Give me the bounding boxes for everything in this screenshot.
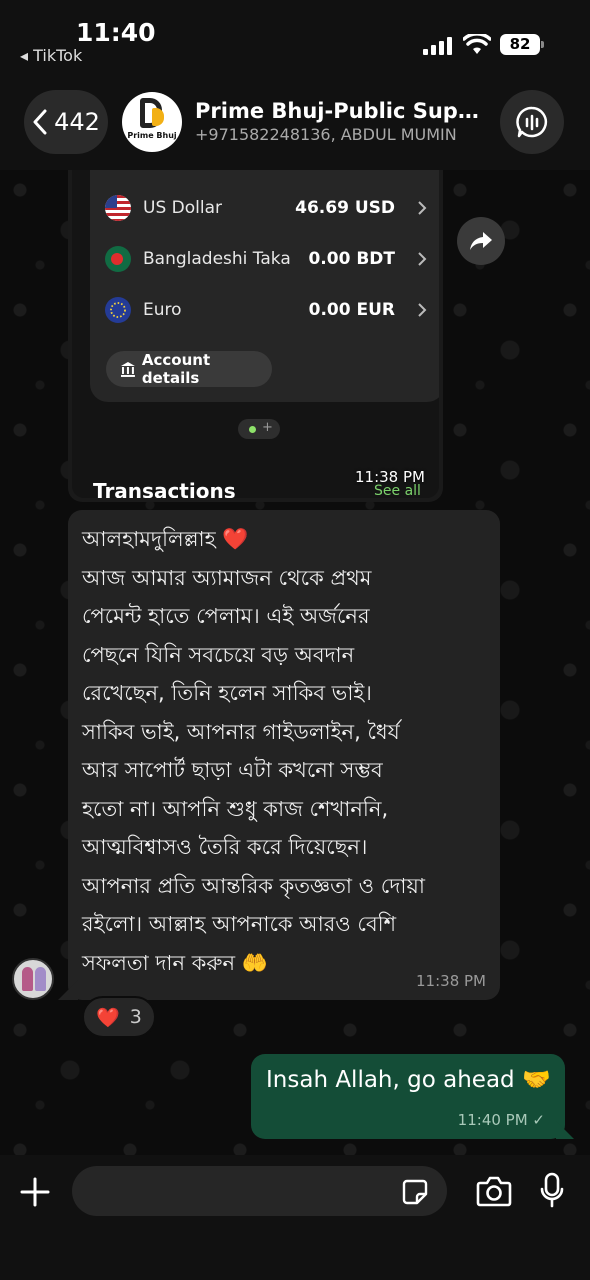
message-time: 11:38 PM bbox=[355, 468, 425, 486]
account-name: Euro bbox=[143, 300, 182, 320]
status-time: 11:40 bbox=[76, 18, 156, 47]
heart-reaction-icon: ❤️ bbox=[96, 1006, 120, 1029]
account-name: US Dollar bbox=[143, 198, 222, 218]
transactions-heading: Transactions bbox=[93, 479, 236, 498]
battery-icon: 82 bbox=[500, 34, 544, 55]
message-input[interactable] bbox=[72, 1166, 447, 1216]
group-avatar[interactable]: Prime Bhuj bbox=[122, 92, 182, 152]
chevron-right-icon bbox=[418, 252, 427, 266]
account-balance: 46.69 USD bbox=[295, 198, 395, 218]
message-line: রইলো। আল্লাহ আপনাকে আরও বেশি bbox=[82, 912, 397, 936]
incoming-message[interactable]: আলহামদুলিল্লাহ ❤️ আজ আমার অ্যামাজন থেকে … bbox=[68, 510, 500, 1000]
message-text: আলহামদুলিল্লাহ ❤️ আজ আমার অ্যামাজন থেকে … bbox=[82, 520, 492, 982]
message-line: আত্মবিশ্বাসও তৈরি করে দিয়েছেন। bbox=[82, 835, 368, 859]
account-row: Bangladeshi Taka 0.00 BDT bbox=[90, 239, 439, 279]
message-line: হতো না। আপনি শুধু কাজ শেখাননি, bbox=[82, 796, 389, 821]
message-time: 11:38 PM bbox=[416, 972, 486, 990]
forward-icon bbox=[470, 232, 492, 250]
chevron-right-icon bbox=[418, 201, 427, 215]
bd-flag-icon bbox=[105, 246, 131, 272]
page-indicator: + bbox=[238, 419, 280, 439]
bank-icon bbox=[120, 362, 135, 377]
eu-flag-icon bbox=[105, 297, 131, 323]
wifi-icon bbox=[463, 34, 491, 54]
message-line: পেছনে যিনি সবচেয়ে বড় অবদান bbox=[82, 642, 355, 667]
back-to-app-link[interactable]: ◂ TikTok bbox=[20, 46, 82, 65]
message-line: সাকিব ভাই, আপনার গাইডলাইন, ধৈর্য bbox=[82, 719, 400, 744]
chevron-left-icon bbox=[33, 109, 47, 135]
message-line: আজ আমার অ্যামাজন থেকে প্রথম bbox=[82, 565, 372, 590]
message-time: 11:40 PM ✓ bbox=[457, 1111, 545, 1129]
microphone-icon[interactable] bbox=[540, 1172, 564, 1208]
account-name: Bangladeshi Taka bbox=[143, 249, 291, 269]
account-balance: 0.00 BDT bbox=[308, 249, 395, 269]
chevron-right-icon bbox=[418, 303, 427, 317]
image-message[interactable]: US Dollar 46.69 USD Bangladeshi Taka 0.0… bbox=[68, 170, 443, 502]
us-flag-icon bbox=[105, 195, 131, 221]
camera-icon[interactable] bbox=[476, 1175, 512, 1207]
forward-button[interactable] bbox=[457, 217, 505, 265]
status-bar: 11:40 ◂ TikTok 82 bbox=[0, 0, 590, 75]
chat-header: 442 Prime Bhuj Prime Bhuj-Public Support… bbox=[0, 75, 590, 170]
outgoing-message[interactable]: Insah Allah, go ahead 🤝 11:40 PM ✓ bbox=[251, 1054, 565, 1139]
balances-card: US Dollar 46.69 USD Bangladeshi Taka 0.0… bbox=[90, 170, 439, 402]
back-button[interactable]: 442 bbox=[24, 90, 108, 154]
chat-members[interactable]: +971582248136, ABDUL MUMIN bbox=[195, 125, 485, 144]
screenshot-image: US Dollar 46.69 USD Bangladeshi Taka 0.0… bbox=[72, 170, 439, 498]
account-details-label: Account details bbox=[141, 351, 211, 387]
message-line: আপনার প্রতি আন্তরিক কৃতজ্ঞতা ও দোয়া bbox=[82, 873, 425, 898]
account-details-button: Account details bbox=[106, 351, 272, 387]
message-text: Insah Allah, go ahead 🤝 bbox=[266, 1067, 551, 1093]
account-row: Euro 0.00 EUR bbox=[90, 290, 439, 330]
message-line: রেখেছেন, তিনি হলেন সাকিব ভাই। bbox=[82, 681, 372, 705]
chat-title[interactable]: Prime Bhuj-Public Support bbox=[195, 99, 485, 123]
unread-count: 442 bbox=[54, 108, 100, 136]
signal-icon bbox=[423, 37, 453, 55]
attach-plus-icon[interactable] bbox=[20, 1177, 50, 1207]
message-line: আলহামদুলিল্লাহ ❤️ bbox=[82, 527, 249, 551]
message-line: পেমেন্ট হাতে পেলাম। এই অর্জনের bbox=[82, 604, 370, 628]
sticker-icon[interactable] bbox=[402, 1179, 428, 1205]
avatar-logo-text: Prime Bhuj bbox=[127, 131, 177, 140]
account-balance: 0.00 EUR bbox=[308, 300, 395, 320]
reaction-count: 3 bbox=[129, 1006, 142, 1028]
sender-avatar[interactable] bbox=[12, 958, 54, 1000]
composer-bar bbox=[0, 1155, 590, 1280]
voice-call-button[interactable] bbox=[500, 90, 564, 154]
audio-call-icon bbox=[516, 106, 548, 138]
reaction-badge[interactable]: ❤️ 3 bbox=[82, 996, 156, 1038]
message-line: আর সাপোর্ট ছাড়া এটা কখনো সম্ভব bbox=[82, 758, 383, 782]
account-row: US Dollar 46.69 USD bbox=[90, 188, 439, 228]
